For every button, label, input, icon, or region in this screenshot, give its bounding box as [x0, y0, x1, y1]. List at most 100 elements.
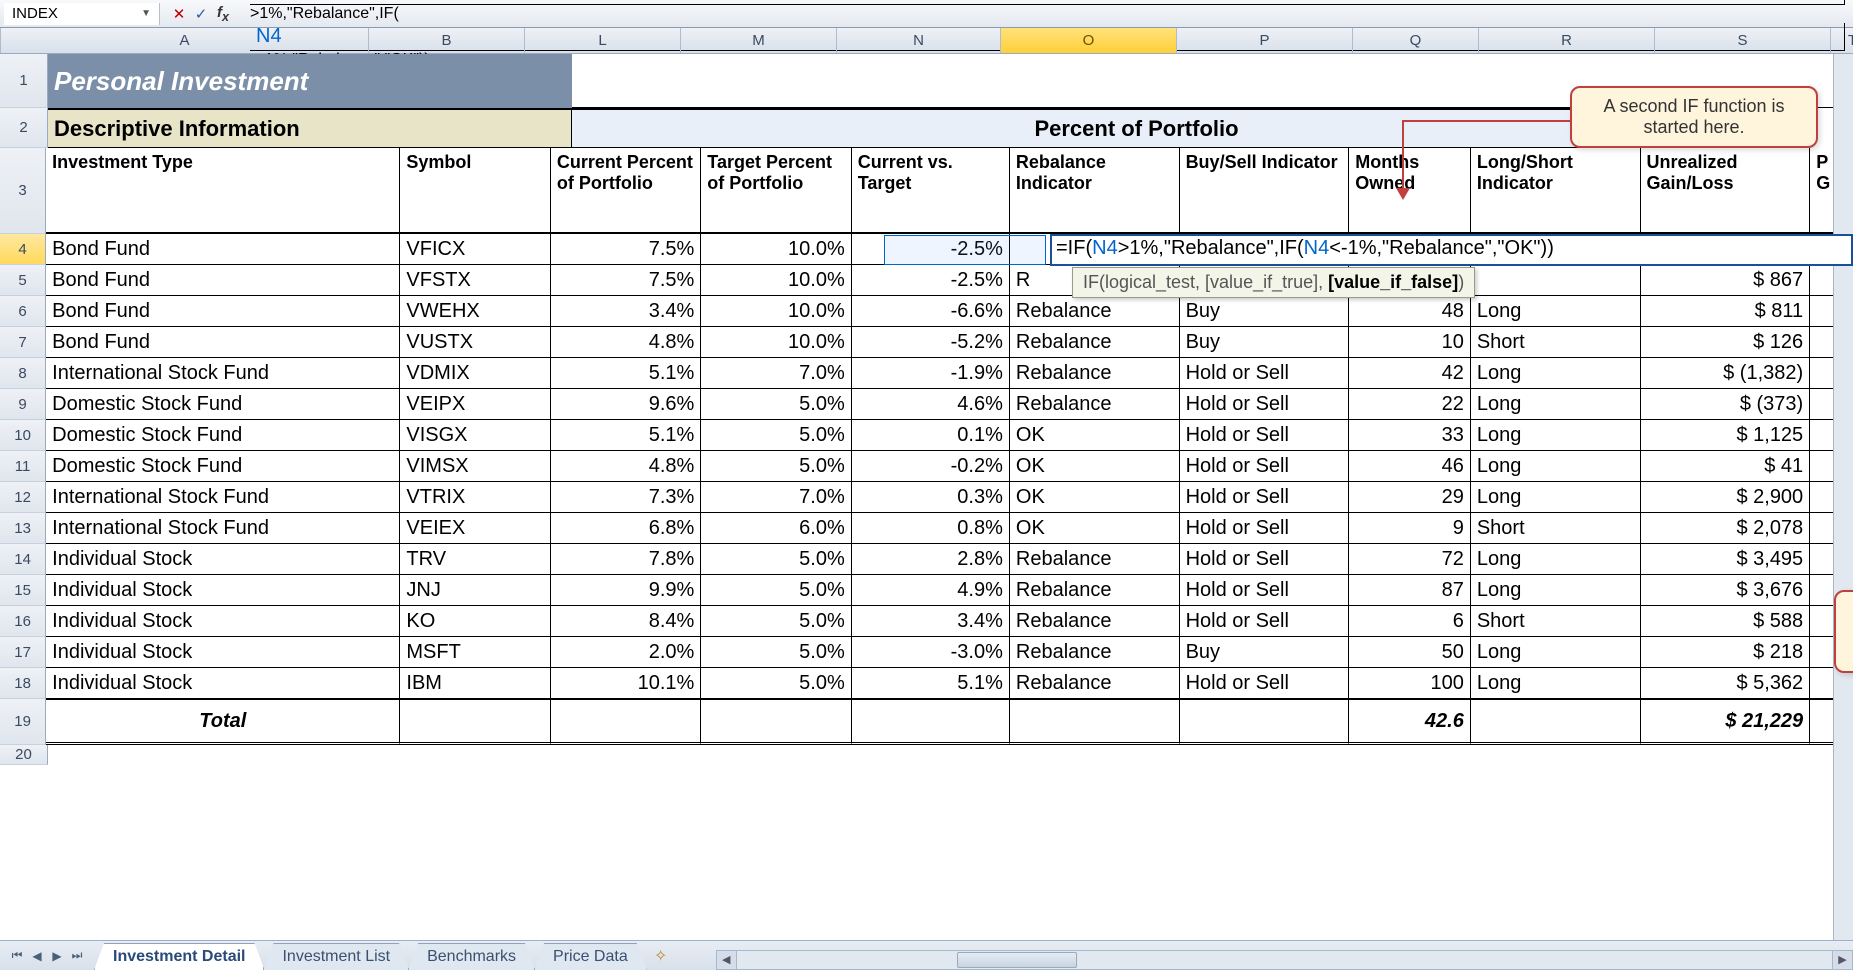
cell-L15[interactable]: 9.9% — [551, 575, 701, 606]
cell-Q9[interactable]: 22 — [1349, 389, 1471, 420]
cell-R10[interactable]: Long — [1471, 420, 1641, 451]
cell-N10[interactable]: 0.1% — [852, 420, 1010, 451]
total-M[interactable] — [701, 699, 851, 745]
cell-Q7[interactable]: 10 — [1349, 327, 1471, 358]
cell-L14[interactable]: 7.8% — [551, 544, 701, 575]
cell-Q16[interactable]: 6 — [1349, 606, 1471, 637]
cell-B18[interactable]: IBM — [400, 668, 550, 699]
cell-N17[interactable]: -3.0% — [852, 637, 1010, 668]
column-header-T[interactable]: T — [1831, 28, 1853, 53]
cell-N12[interactable]: 0.3% — [852, 482, 1010, 513]
cell-N11[interactable]: -0.2% — [852, 451, 1010, 482]
cell-A6[interactable]: Bond Fund — [46, 296, 400, 327]
row-header-5[interactable]: 5 — [0, 265, 46, 296]
cell-A16[interactable]: Individual Stock — [46, 606, 400, 637]
cell-P6[interactable]: Buy — [1180, 296, 1350, 327]
total-Q[interactable]: 42.6 — [1349, 699, 1471, 745]
row-header-12[interactable]: 12 — [0, 482, 46, 513]
total-L[interactable] — [551, 699, 701, 745]
cell-S11[interactable]: $ 41 — [1641, 451, 1811, 482]
cell-L11[interactable]: 4.8% — [551, 451, 701, 482]
cell-O12[interactable]: OK — [1010, 482, 1180, 513]
cell-R14[interactable]: Long — [1471, 544, 1641, 575]
cell-L13[interactable]: 6.8% — [551, 513, 701, 544]
row-header-8[interactable]: 8 — [0, 358, 46, 389]
total-N[interactable] — [852, 699, 1010, 745]
tab-nav-first-icon[interactable]: ⏮ — [8, 948, 26, 963]
cell-A8[interactable]: International Stock Fund — [46, 358, 400, 389]
total-P[interactable] — [1180, 699, 1350, 745]
cell-A7[interactable]: Bond Fund — [46, 327, 400, 358]
cell-B10[interactable]: VISGX — [400, 420, 550, 451]
cell-O8[interactable]: Rebalance — [1010, 358, 1180, 389]
cell-editor[interactable]: =IF(N4>1%,"Rebalance",IF(N4<-1%,"Rebalan… — [1050, 234, 1853, 266]
cell-R8[interactable]: Long — [1471, 358, 1641, 389]
cell-P7[interactable]: Buy — [1180, 327, 1350, 358]
cell-S12[interactable]: $ 2,900 — [1641, 482, 1811, 513]
cell-S8[interactable]: $ (1,382) — [1641, 358, 1811, 389]
cell-R12[interactable]: Long — [1471, 482, 1641, 513]
cell-R16[interactable]: Short — [1471, 606, 1641, 637]
cell-B6[interactable]: VWEHX — [400, 296, 550, 327]
cell-P11[interactable]: Hold or Sell — [1180, 451, 1350, 482]
cell-S10[interactable]: $ 1,125 — [1641, 420, 1811, 451]
sheet-tab-benchmarks[interactable]: Benchmarks — [408, 943, 535, 970]
cell-L5[interactable]: 7.5% — [551, 265, 701, 296]
cell-R15[interactable]: Long — [1471, 575, 1641, 606]
vertical-scrollbar[interactable] — [1833, 54, 1853, 940]
cell-N6[interactable]: -6.6% — [852, 296, 1010, 327]
cell-M13[interactable]: 6.0% — [701, 513, 851, 544]
cell-R5[interactable] — [1471, 265, 1641, 296]
horizontal-scrollbar[interactable]: ◀ ▶ — [716, 950, 1853, 970]
name-box[interactable]: INDEX ▼ — [4, 3, 160, 25]
cell-N15[interactable]: 4.9% — [852, 575, 1010, 606]
cell-P12[interactable]: Hold or Sell — [1180, 482, 1350, 513]
enter-icon[interactable]: ✓ — [192, 5, 210, 23]
cell-L9[interactable]: 9.6% — [551, 389, 701, 420]
cell-N13[interactable]: 0.8% — [852, 513, 1010, 544]
cell-M14[interactable]: 5.0% — [701, 544, 851, 575]
cell-M7[interactable]: 10.0% — [701, 327, 851, 358]
cell-O18[interactable]: Rebalance — [1010, 668, 1180, 699]
tab-nav-prev-icon[interactable]: ◀ — [28, 949, 46, 963]
new-sheet-icon[interactable]: ✧ — [646, 942, 676, 970]
cell-M6[interactable]: 10.0% — [701, 296, 851, 327]
cell-Q6[interactable]: 48 — [1349, 296, 1471, 327]
cell-R11[interactable]: Long — [1471, 451, 1641, 482]
cell-S17[interactable]: $ 218 — [1641, 637, 1811, 668]
cell-A14[interactable]: Individual Stock — [46, 544, 400, 575]
cell-N9[interactable]: 4.6% — [852, 389, 1010, 420]
cell-S13[interactable]: $ 2,078 — [1641, 513, 1811, 544]
cell-S16[interactable]: $ 588 — [1641, 606, 1811, 637]
column-header-R[interactable]: R — [1479, 28, 1655, 53]
column-header-M[interactable]: M — [681, 28, 837, 53]
row-header-6[interactable]: 6 — [0, 296, 46, 327]
row-header-4[interactable]: 4 — [0, 234, 46, 265]
cell-B5[interactable]: VFSTX — [400, 265, 550, 296]
cell-N16[interactable]: 3.4% — [852, 606, 1010, 637]
cell-A13[interactable]: International Stock Fund — [46, 513, 400, 544]
row-header-1[interactable]: 1 — [0, 54, 48, 108]
cell-S6[interactable]: $ 811 — [1641, 296, 1811, 327]
cell-P14[interactable]: Hold or Sell — [1180, 544, 1350, 575]
cell-M11[interactable]: 5.0% — [701, 451, 851, 482]
cell-O17[interactable]: Rebalance — [1010, 637, 1180, 668]
cell-A5[interactable]: Bond Fund — [46, 265, 400, 296]
cell-O6[interactable]: Rebalance — [1010, 296, 1180, 327]
cell-P16[interactable]: Hold or Sell — [1180, 606, 1350, 637]
row-header-2[interactable]: 2 — [0, 108, 48, 148]
cell-A4[interactable]: Bond Fund — [46, 234, 400, 265]
cell-L16[interactable]: 8.4% — [551, 606, 701, 637]
cell-B11[interactable]: VIMSX — [400, 451, 550, 482]
row-header-3[interactable]: 3 — [0, 148, 46, 234]
cell-P9[interactable]: Hold or Sell — [1180, 389, 1350, 420]
cell-L8[interactable]: 5.1% — [551, 358, 701, 389]
cell-P18[interactable]: Hold or Sell — [1180, 668, 1350, 699]
cell-O7[interactable]: Rebalance — [1010, 327, 1180, 358]
cell-R13[interactable]: Short — [1471, 513, 1641, 544]
row-header-19[interactable]: 19 — [0, 699, 46, 745]
sheet-tab-investment-detail[interactable]: Investment Detail — [94, 943, 264, 970]
cell-A11[interactable]: Domestic Stock Fund — [46, 451, 400, 482]
cell-A15[interactable]: Individual Stock — [46, 575, 400, 606]
cell-M18[interactable]: 5.0% — [701, 668, 851, 699]
